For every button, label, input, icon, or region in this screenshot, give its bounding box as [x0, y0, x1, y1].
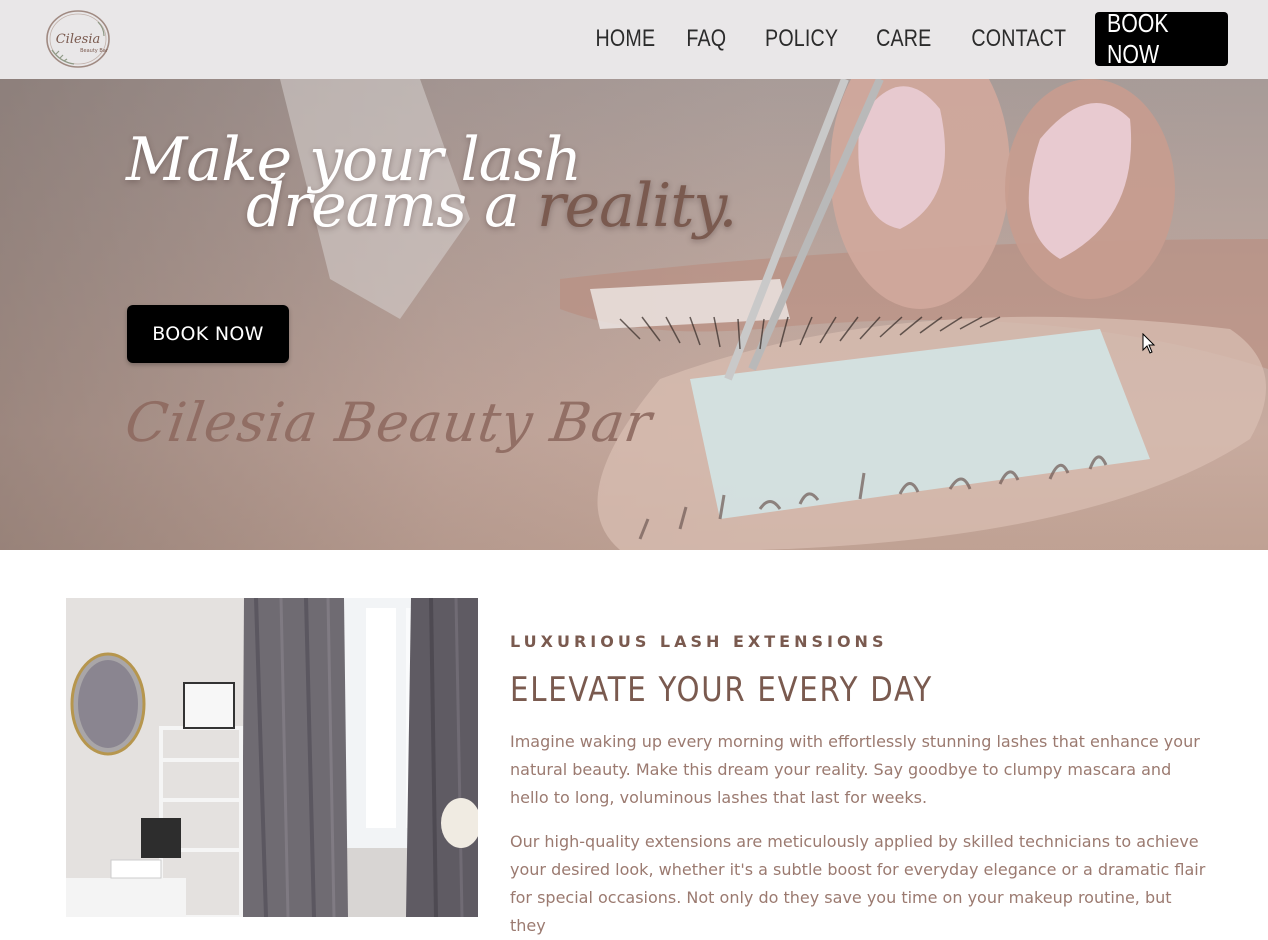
hero-section: Make your lash dreams a reality. BOOK NO…	[0, 79, 1268, 550]
nav-contact[interactable]: CONTACT	[967, 25, 1072, 53]
hero-brand-script: Cilesia Beauty Bar	[121, 391, 657, 454]
main-nav: HOME FAQ POLICY CARE CONTACT BOOK NOW	[583, 8, 1228, 69]
nav-home[interactable]: HOME	[591, 25, 661, 53]
svg-text:Cilesia: Cilesia	[56, 32, 101, 47]
logo-wreath-icon: Cilesia Beauty Bar	[46, 10, 110, 68]
logo[interactable]: Cilesia Beauty Bar	[42, 8, 114, 70]
studio-photo	[66, 598, 478, 917]
nav-policy[interactable]: POLICY	[760, 25, 843, 53]
header-book-now-button[interactable]: BOOK NOW	[1095, 8, 1228, 69]
about-paragraph-2: Our high-quality extensions are meticulo…	[510, 832, 1206, 935]
hero-title: Make your lash dreams a reality.	[126, 130, 737, 236]
nav-faq[interactable]: FAQ	[681, 25, 731, 53]
header-book-now-label: BOOK NOW	[1106, 8, 1169, 69]
about-paragraph-1: Imagine waking up every morning with eff…	[510, 732, 1200, 807]
section-eyebrow: LUXURIOUS LASH EXTENSIONS	[510, 632, 888, 651]
site-header: Cilesia Beauty Bar HOME FAQ POLICY CARE …	[0, 0, 1268, 79]
hero-title-accent: reality.	[536, 171, 737, 241]
hero-title-line2-text: dreams a	[246, 171, 537, 241]
hero-book-now-button[interactable]: BOOK NOW	[127, 305, 289, 363]
cursor-icon	[1142, 333, 1156, 354]
studio-photo-image	[66, 598, 478, 917]
nav-care[interactable]: CARE	[871, 25, 936, 53]
svg-text:Beauty Bar: Beauty Bar	[80, 48, 109, 54]
section-headline: ELEVATE YOUR EVERY DAY	[510, 670, 934, 710]
